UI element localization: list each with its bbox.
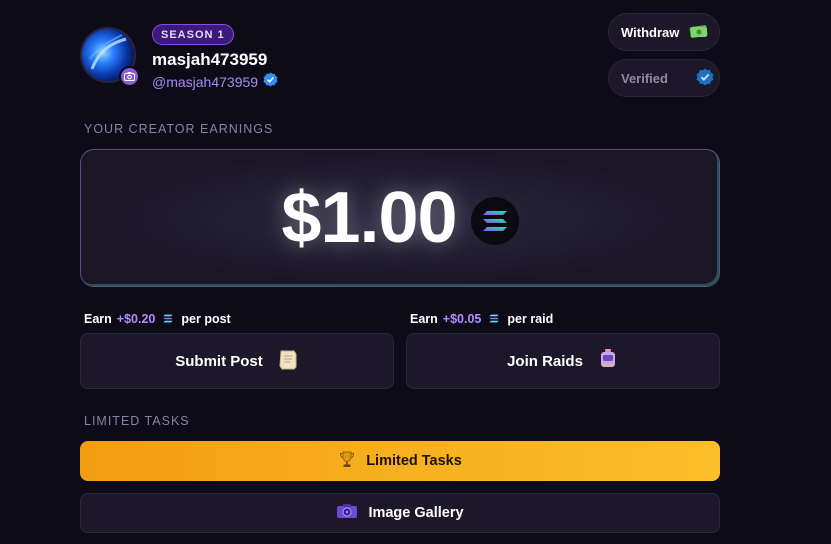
raid-earn-suffix: per raid [507, 312, 554, 326]
join-raids-label: Join Raids [507, 352, 583, 370]
handle: @masjah473959 [152, 74, 259, 90]
username: masjah473959 [152, 50, 268, 69]
post-earn-info: Earn +$0.20 per post [84, 312, 231, 326]
season-badge: SEASON 1 [152, 24, 234, 45]
earnings-section-label: YOUR CREATOR EARNINGS [84, 122, 274, 136]
solana-small-icon [489, 312, 500, 326]
verified-badge-icon [696, 68, 714, 89]
trophy-icon [338, 450, 356, 472]
withdraw-button[interactable]: Withdraw [608, 13, 720, 51]
camera-icon[interactable] [119, 66, 140, 87]
verified-check-icon [263, 72, 278, 92]
verified-label: Verified [621, 70, 668, 86]
post-earn-prefix: Earn [84, 312, 112, 326]
post-earn-amount: +$0.20 [116, 312, 156, 326]
join-raids-button[interactable]: Join Raids [406, 333, 720, 389]
limited-tasks-label: Limited Tasks [366, 453, 462, 469]
submit-post-label: Submit Post [175, 352, 263, 370]
avatar[interactable] [80, 27, 140, 87]
withdraw-label: Withdraw [621, 24, 680, 40]
limited-section-label: LIMITED TASKS [84, 414, 190, 428]
post-earn-suffix: per post [181, 312, 231, 326]
page: SEASON 1 masjah473959 @masjah473959 With… [0, 0, 831, 544]
money-icon [689, 23, 709, 42]
solana-small-icon [163, 312, 174, 326]
raid-earn-info: Earn +$0.05 per raid [410, 312, 553, 326]
limited-tasks-button[interactable]: Limited Tasks [80, 441, 720, 481]
earnings-amount: $1.00 [281, 178, 457, 258]
solana-icon [470, 197, 519, 245]
image-gallery-button[interactable]: Image Gallery [80, 493, 720, 533]
camera-gallery-icon [336, 503, 358, 523]
raid-earn-amount: +$0.05 [442, 312, 482, 326]
raid-icon [597, 348, 619, 374]
raid-earn-prefix: Earn [410, 312, 438, 326]
scroll-icon [277, 348, 299, 374]
earnings-card: $1.00 [80, 149, 720, 287]
handle-row: @masjah473959 [152, 72, 278, 92]
submit-post-button[interactable]: Submit Post [80, 333, 394, 389]
verified-button[interactable]: Verified [608, 59, 720, 97]
image-gallery-label: Image Gallery [368, 505, 464, 521]
